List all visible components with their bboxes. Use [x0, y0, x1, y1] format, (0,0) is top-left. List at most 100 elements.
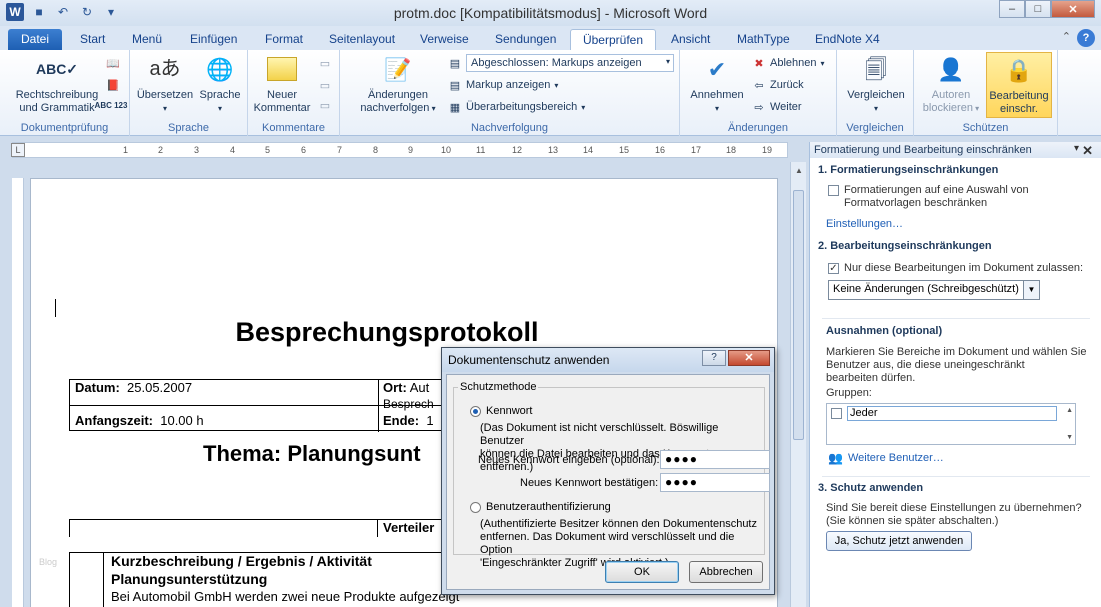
scrollbar-thumb[interactable] [793, 190, 804, 440]
scroll-up-icon[interactable]: ▲ [791, 166, 807, 175]
groups-listbox[interactable]: Jeder ▲ ▼ [826, 403, 1076, 445]
ribbon-minimize-icon[interactable]: ⌃ [1062, 30, 1071, 43]
dialog-help-button[interactable]: ? [702, 350, 726, 366]
document-scrollbar[interactable]: ▲ [790, 162, 806, 607]
tab-menue[interactable]: Menü [132, 29, 162, 50]
window-controls: – □ ✕ [999, 0, 1095, 18]
spelling-button[interactable]: ABC✓ Rechtschreibung und Grammatik [10, 52, 104, 115]
tab-start[interactable]: Start [80, 29, 105, 50]
dialog-body: Schutzmethode Kennwort (Das Dokument ist… [446, 374, 770, 590]
group-jeder-item[interactable]: Jeder [847, 406, 1057, 421]
research-button[interactable]: 📖 [106, 56, 120, 70]
tab-datei[interactable]: Datei [8, 29, 62, 50]
list-scroll-up-icon[interactable]: ▲ [1066, 407, 1073, 414]
maximize-button[interactable]: □ [1025, 0, 1051, 18]
help-icon[interactable]: ? [1077, 29, 1095, 47]
tab-endnote[interactable]: EndNote X4 [815, 29, 880, 50]
translate-button[interactable]: aあ Übersetzen ▾ [134, 52, 196, 115]
reject-label: Ablehnen [770, 57, 817, 69]
protection-method-legend: Schutzmethode [458, 381, 539, 393]
ribbon-tabs: Datei Start Menü Einfügen Format Seitenl… [0, 26, 1101, 50]
show-markup-button[interactable]: ▤ Markup anzeigen ▾ [448, 78, 559, 92]
settings-link[interactable]: Einstellungen… [826, 218, 903, 230]
watermark: Blog [39, 557, 58, 567]
dialog-close-button[interactable]: ✕ [728, 350, 770, 366]
previous-change-button[interactable]: ⇦ Zurück [752, 78, 804, 92]
accept-button[interactable]: ✔ Annehmen ▾ [686, 52, 748, 115]
language-button[interactable]: 🌐 Sprache ▾ [196, 52, 244, 115]
tab-ueberpruefen[interactable]: Überprüfen [570, 29, 656, 50]
tab-mathtype[interactable]: MathType [737, 29, 790, 50]
anfangszeit-value: 10.00 h [160, 413, 204, 428]
ruler-number: 3 [194, 145, 200, 155]
ruler-number: 14 [583, 145, 594, 155]
section-editing-heading: 2. Bearbeitungseinschränkungen [818, 240, 992, 252]
markup-dropdown-value: Abgeschlossen: Markups anzeigen [471, 57, 642, 69]
compare-icon: 🗐 [865, 56, 887, 82]
password-radio[interactable] [470, 406, 481, 417]
vertical-ruler[interactable] [12, 178, 24, 607]
display-for-review[interactable]: ▤ Abgeschlossen: Markups anzeigen ▾ [448, 54, 674, 72]
comment-icon [265, 52, 299, 86]
close-window-button[interactable]: ✕ [1051, 0, 1095, 18]
tab-selector[interactable]: L [11, 143, 25, 157]
pane-close-icon[interactable]: ✕ [1082, 143, 1093, 159]
list-scroll-down-icon[interactable]: ▼ [1066, 434, 1073, 441]
compare-label: Vergleichen [847, 89, 905, 101]
tab-sendungen[interactable]: Sendungen [495, 29, 556, 50]
next-comment-button[interactable]: ▭ [318, 98, 332, 112]
group-label-sprache: Sprache [168, 122, 209, 134]
compare-button[interactable]: 🗐 Vergleichen ▾ [841, 52, 911, 115]
new-password-input[interactable]: ●●●● [660, 450, 770, 469]
previous-comment-button[interactable]: ▭ [318, 78, 332, 92]
previous-label: Zurück [770, 79, 804, 91]
formatting-restriction-checkbox[interactable] [828, 185, 839, 196]
ribbon: ABC✓ Rechtschreibung und Grammatik 📖 📕 A… [0, 50, 1101, 136]
ort-row: Ort: Aut [383, 380, 429, 395]
group-kommentare: Neuer Kommentar ▭ ▭ ▭ Kommentare [248, 50, 340, 136]
ruler-number: 17 [691, 145, 702, 155]
group-nachverfolgung: 📝 Änderungen nachverfolgen ▾ ▤ Abgeschlo… [340, 50, 680, 136]
ruler-number: 4 [230, 145, 236, 155]
delete-comment-button[interactable]: ▭ [318, 56, 332, 70]
verteiler-label: Verteiler [383, 520, 435, 535]
tab-verweise[interactable]: Verweise [420, 29, 469, 50]
ruler-number: 11 [476, 145, 486, 155]
horizontal-ruler[interactable]: L 1 2 3 4 5 6 7 8 9 10 11 12 13 14 15 16… [11, 142, 788, 158]
new-comment-label: Neuer Kommentar [253, 89, 311, 114]
users-icon: 👥 [828, 451, 843, 465]
word-count-button[interactable]: ABC 123 [95, 98, 128, 112]
block-authors-button[interactable]: 👤 Autoren blockieren ▾ [920, 52, 982, 115]
ok-button[interactable]: OK [605, 561, 679, 583]
user-auth-radio-label: Benutzerauthentifizierung [486, 501, 611, 513]
tab-format[interactable]: Format [265, 29, 303, 50]
editing-restriction-label: Nur diese Bearbeitungen im Dokument zula… [844, 262, 1084, 274]
tab-seitenlayout[interactable]: Seitenlayout [329, 29, 395, 50]
user-auth-radio[interactable] [470, 502, 481, 513]
group-jeder-checkbox[interactable] [831, 408, 842, 419]
editing-restriction-checkbox[interactable]: ✓ [828, 263, 839, 274]
track-changes-button[interactable]: 📝 Änderungen nachverfolgen ▾ [356, 52, 440, 115]
minimize-button[interactable]: – [999, 0, 1025, 18]
tab-einfuegen[interactable]: Einfügen [190, 29, 237, 50]
pane-options-icon[interactable]: ▾ [1074, 143, 1079, 154]
display-review-icon: ▤ [449, 57, 461, 70]
tab-ansicht[interactable]: Ansicht [671, 29, 710, 50]
anfangszeit-label: Anfangszeit: [75, 413, 153, 428]
reject-button[interactable]: ✖ Ablehnen ▾ [752, 56, 824, 70]
protection-dialog: Dokumentenschutz anwenden ? ✕ Schutzmeth… [441, 347, 775, 595]
markup-dropdown[interactable]: Abgeschlossen: Markups anzeigen ▾ [466, 54, 674, 72]
next-label: Weiter [770, 101, 802, 113]
review-pane-button[interactable]: ▦ Überarbeitungsbereich ▾ [448, 100, 586, 114]
accept-label: Annehmen [690, 89, 744, 101]
cancel-button[interactable]: Abbrechen [689, 561, 763, 583]
editing-type-select[interactable]: Keine Änderungen (Schreibgeschützt) ▼ [828, 280, 1040, 300]
more-users-link[interactable]: Weitere Benutzer… [848, 452, 944, 464]
exceptions-text: Markieren Sie Bereiche im Dokument und w… [826, 346, 1087, 384]
next-change-button[interactable]: ⇨ Weiter [752, 100, 802, 114]
restrict-editing-button[interactable]: 🔒 Bearbeitung einschr. [986, 52, 1052, 118]
new-comment-button[interactable]: Neuer Kommentar [252, 52, 312, 115]
thesaurus-button[interactable]: 📕 [106, 78, 120, 92]
confirm-password-input[interactable]: ●●●● [660, 473, 770, 492]
apply-protection-button[interactable]: Ja, Schutz jetzt anwenden [826, 531, 972, 551]
